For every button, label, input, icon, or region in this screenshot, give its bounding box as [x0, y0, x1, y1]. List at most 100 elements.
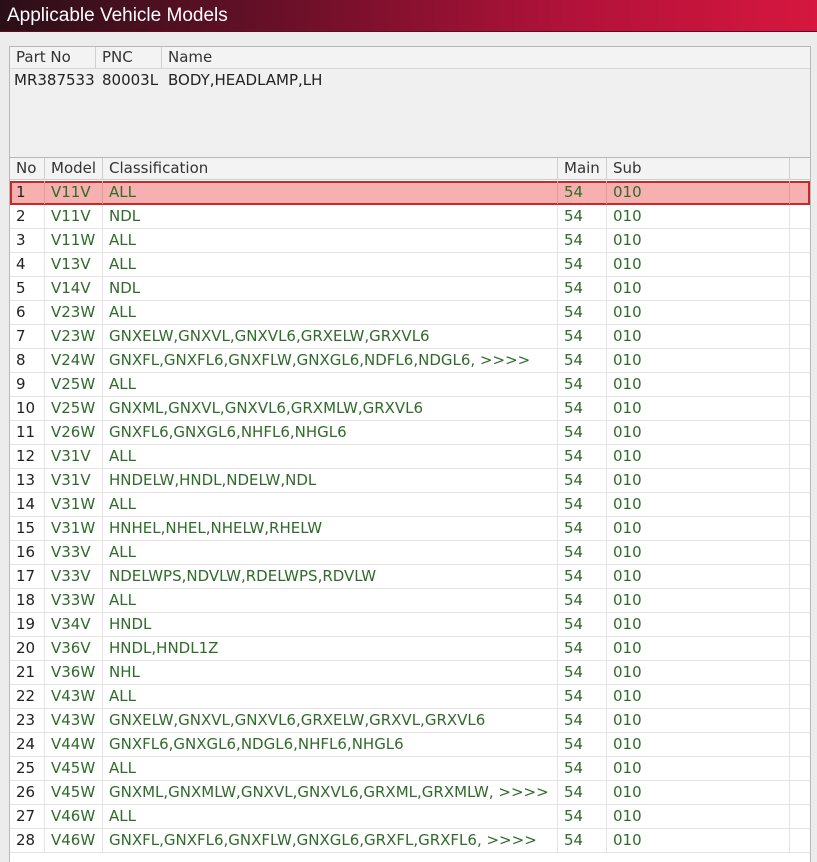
sub-column-header[interactable]: Sub: [607, 158, 790, 180]
vehicle-models-table[interactable]: No Model Classification Main Sub 1 V11V AL…: [9, 158, 811, 862]
row-number-cell: 13: [10, 469, 45, 492]
table-row[interactable]: 17 V33V NDELWPS,NDVLW,RDELWPS,RDVLW 54 010: [10, 565, 810, 589]
row-number-cell: 18: [10, 589, 45, 612]
sub-cell: 010: [607, 613, 790, 636]
model-cell: V31V: [45, 445, 103, 468]
table-row[interactable]: 27 V46W ALL 54 010: [10, 805, 810, 829]
classification-column-header[interactable]: Classification: [103, 158, 558, 180]
classification-cell: ALL: [103, 445, 558, 468]
filler-cell: [790, 301, 810, 324]
filler-cell: [790, 829, 810, 852]
filler-cell: [790, 397, 810, 420]
model-column-header[interactable]: Model: [45, 158, 103, 180]
sub-cell: 010: [607, 445, 790, 468]
main-cell: 54: [558, 757, 607, 780]
main-cell: 54: [558, 781, 607, 804]
row-number-cell: 11: [10, 421, 45, 444]
table-row[interactable]: 21 V36W NHL 54 010: [10, 661, 810, 685]
table-row[interactable]: 14 V31W ALL 54 010: [10, 493, 810, 517]
part-info-row[interactable]: MR387533 80003L BODY,HEADLAMP,LH: [10, 69, 810, 91]
table-row[interactable]: 20 V36V HNDL,HNDL1Z 54 010: [10, 637, 810, 661]
classification-cell: ALL: [103, 181, 558, 204]
row-number-cell: 28: [10, 829, 45, 852]
model-cell: V45W: [45, 781, 103, 804]
classification-cell: GNXFL6,GNXGL6,NDGL6,NHFL6,NHGL6: [103, 733, 558, 756]
classification-cell: ALL: [103, 805, 558, 828]
row-number-cell: 4: [10, 253, 45, 276]
table-row[interactable]: 6 V23W ALL 54 010: [10, 301, 810, 325]
table-row[interactable]: 11 V26W GNXFL6,GNXGL6,NHFL6,NHGL6 54 010: [10, 421, 810, 445]
main-column-header[interactable]: Main: [558, 158, 607, 180]
model-cell: V43W: [45, 709, 103, 732]
filler-cell: [790, 757, 810, 780]
main-cell: 54: [558, 613, 607, 636]
table-row[interactable]: 8 V24W GNXFL,GNXFL6,GNXFLW,GNXGL6,NDFL6,ND…: [10, 349, 810, 373]
row-number-cell: 26: [10, 781, 45, 804]
sub-cell: 010: [607, 757, 790, 780]
model-cell: V43W: [45, 685, 103, 708]
filler-cell: [790, 181, 810, 204]
filler-cell: [790, 421, 810, 444]
model-cell: V23W: [45, 325, 103, 348]
filler-cell: [790, 565, 810, 588]
model-cell: V34V: [45, 613, 103, 636]
table-row[interactable]: 7 V23W GNXELW,GNXVL,GNXVL6,GRXELW,GRXVL6 54…: [10, 325, 810, 349]
table-row[interactable]: 22 V43W ALL 54 010: [10, 685, 810, 709]
classification-cell: GNXELW,GNXVL,GNXVL6,GRXELW,GRXVL6: [103, 325, 558, 348]
sub-cell: 010: [607, 517, 790, 540]
table-row[interactable]: 25 V45W ALL 54 010: [10, 757, 810, 781]
table-row[interactable]: 15 V31W HNHEL,NHEL,NHELW,RHELW 54 010: [10, 517, 810, 541]
pnc-value: 80003L: [102, 71, 159, 89]
table-row[interactable]: 13 V31V HNDELW,HNDL,NDELW,NDL 54 010: [10, 469, 810, 493]
filler-cell: [790, 373, 810, 396]
model-cell: V11V: [45, 205, 103, 228]
row-number-cell: 14: [10, 493, 45, 516]
part-no-header[interactable]: Part No: [10, 47, 96, 68]
row-number-cell: 12: [10, 445, 45, 468]
main-cell: 54: [558, 205, 607, 228]
table-row[interactable]: 18 V33W ALL 54 010: [10, 589, 810, 613]
no-column-header[interactable]: No: [10, 158, 45, 180]
main-cell: 54: [558, 469, 607, 492]
table-row[interactable]: 1 V11V ALL 54 010: [10, 181, 810, 205]
table-row[interactable]: 23 V43W GNXELW,GNXVL,GNXVL6,GRXELW,GRXVL,G…: [10, 709, 810, 733]
main-cell: 54: [558, 637, 607, 660]
filler-cell: [790, 325, 810, 348]
table-row[interactable]: 19 V34V HNDL 54 010: [10, 613, 810, 637]
table-row[interactable]: 26 V45W GNXML,GNXMLW,GNXVL,GNXVL6,GRXML,GR…: [10, 781, 810, 805]
sub-cell: 010: [607, 781, 790, 804]
part-name-value: BODY,HEADLAMP,LH: [168, 71, 323, 89]
table-row[interactable]: 5 V14V NDL 54 010: [10, 277, 810, 301]
classification-cell: HNDELW,HNDL,NDELW,NDL: [103, 469, 558, 492]
model-cell: V25W: [45, 373, 103, 396]
table-row[interactable]: 24 V44W GNXFL6,GNXGL6,NDGL6,NHFL6,NHGL6 54 0…: [10, 733, 810, 757]
classification-cell: GNXFL,GNXFL6,GNXFLW,GNXGL6,GRXFL,GRXFL6,…: [103, 829, 558, 852]
table-row[interactable]: 2 V11V NDL 54 010: [10, 205, 810, 229]
main-cell: 54: [558, 829, 607, 852]
filler-cell: [790, 637, 810, 660]
window-titlebar: Applicable Vehicle Models: [0, 0, 817, 32]
model-cell: V46W: [45, 805, 103, 828]
filler-cell: [790, 493, 810, 516]
filler-cell: [790, 613, 810, 636]
row-number-cell: 25: [10, 757, 45, 780]
filler-cell: [790, 517, 810, 540]
table-row[interactable]: 3 V11W ALL 54 010: [10, 229, 810, 253]
filler-cell: [790, 733, 810, 756]
pnc-header[interactable]: PNC: [96, 47, 162, 68]
table-row[interactable]: 28 V46W GNXFL,GNXFL6,GNXFLW,GNXGL6,GRXFL,G…: [10, 829, 810, 853]
sub-cell: 010: [607, 277, 790, 300]
name-header[interactable]: Name: [162, 47, 810, 68]
model-cell: V31W: [45, 517, 103, 540]
table-row[interactable]: 10 V25W GNXML,GNXVL,GNXVL6,GRXMLW,GRXVL6 54…: [10, 397, 810, 421]
table-row[interactable]: 16 V33V ALL 54 010: [10, 541, 810, 565]
table-row[interactable]: 9 V25W ALL 54 010: [10, 373, 810, 397]
table-row[interactable]: 12 V31V ALL 54 010: [10, 445, 810, 469]
main-cell: 54: [558, 277, 607, 300]
sub-cell: 010: [607, 565, 790, 588]
sub-cell: 010: [607, 349, 790, 372]
classification-cell: GNXELW,GNXVL,GNXVL6,GRXELW,GRXVL,GRXVL6: [103, 709, 558, 732]
sub-cell: 010: [607, 301, 790, 324]
row-number-cell: 5: [10, 277, 45, 300]
table-row[interactable]: 4 V13V ALL 54 010: [10, 253, 810, 277]
